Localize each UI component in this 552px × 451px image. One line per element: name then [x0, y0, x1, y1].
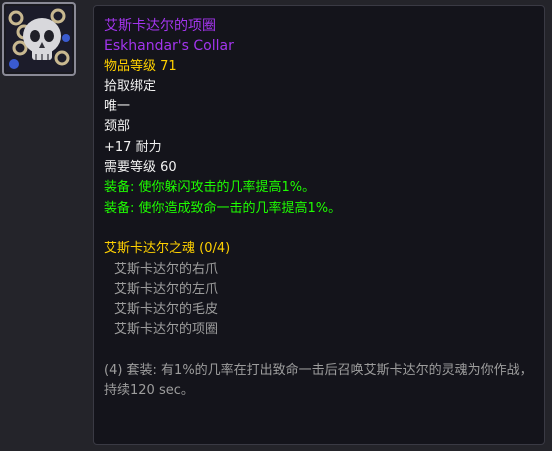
equip-effect-crit: 装备: 使你造成致命一击的几率提高1%。 [104, 200, 342, 216]
item-tooltip-view: 艾斯卡达尔的项圈 Eskhandar's Collar 物品等级 71 拾取绑定… [0, 0, 552, 451]
item-level: 物品等级 71 [104, 58, 177, 74]
set-title: 艾斯卡达尔之魂 (0/4) [104, 241, 231, 257]
set-piece: 艾斯卡达尔的左爪 [114, 281, 219, 297]
set-piece: 艾斯卡达尔的项圈 [114, 322, 219, 338]
unique-text: 唯一 [104, 99, 131, 115]
item-name-en: Eskhandar's Collar [104, 38, 234, 55]
skull-collar-icon[interactable] [2, 2, 76, 76]
tooltip-panel: 艾斯卡达尔的项圈 Eskhandar's Collar 物品等级 71 拾取绑定… [93, 5, 545, 445]
stat-stamina: +17 耐力 [104, 139, 162, 155]
item-name-zh: 艾斯卡达尔的项圈 [104, 18, 216, 34]
required-level: 需要等级 60 [104, 160, 177, 176]
set-piece: 艾斯卡达尔的毛皮 [114, 302, 219, 318]
slot-text: 颈部 [104, 119, 131, 135]
set-bonus: (4) 套装: 有1%的几率在打出致命一击后召唤艾斯卡达尔的灵魂为你作战，持续1… [104, 363, 533, 399]
binding-text: 拾取绑定 [104, 78, 157, 94]
set-piece: 艾斯卡达尔的右爪 [114, 261, 219, 277]
equip-effect-dodge: 装备: 使你躲闪攻击的几率提高1%。 [104, 180, 316, 196]
